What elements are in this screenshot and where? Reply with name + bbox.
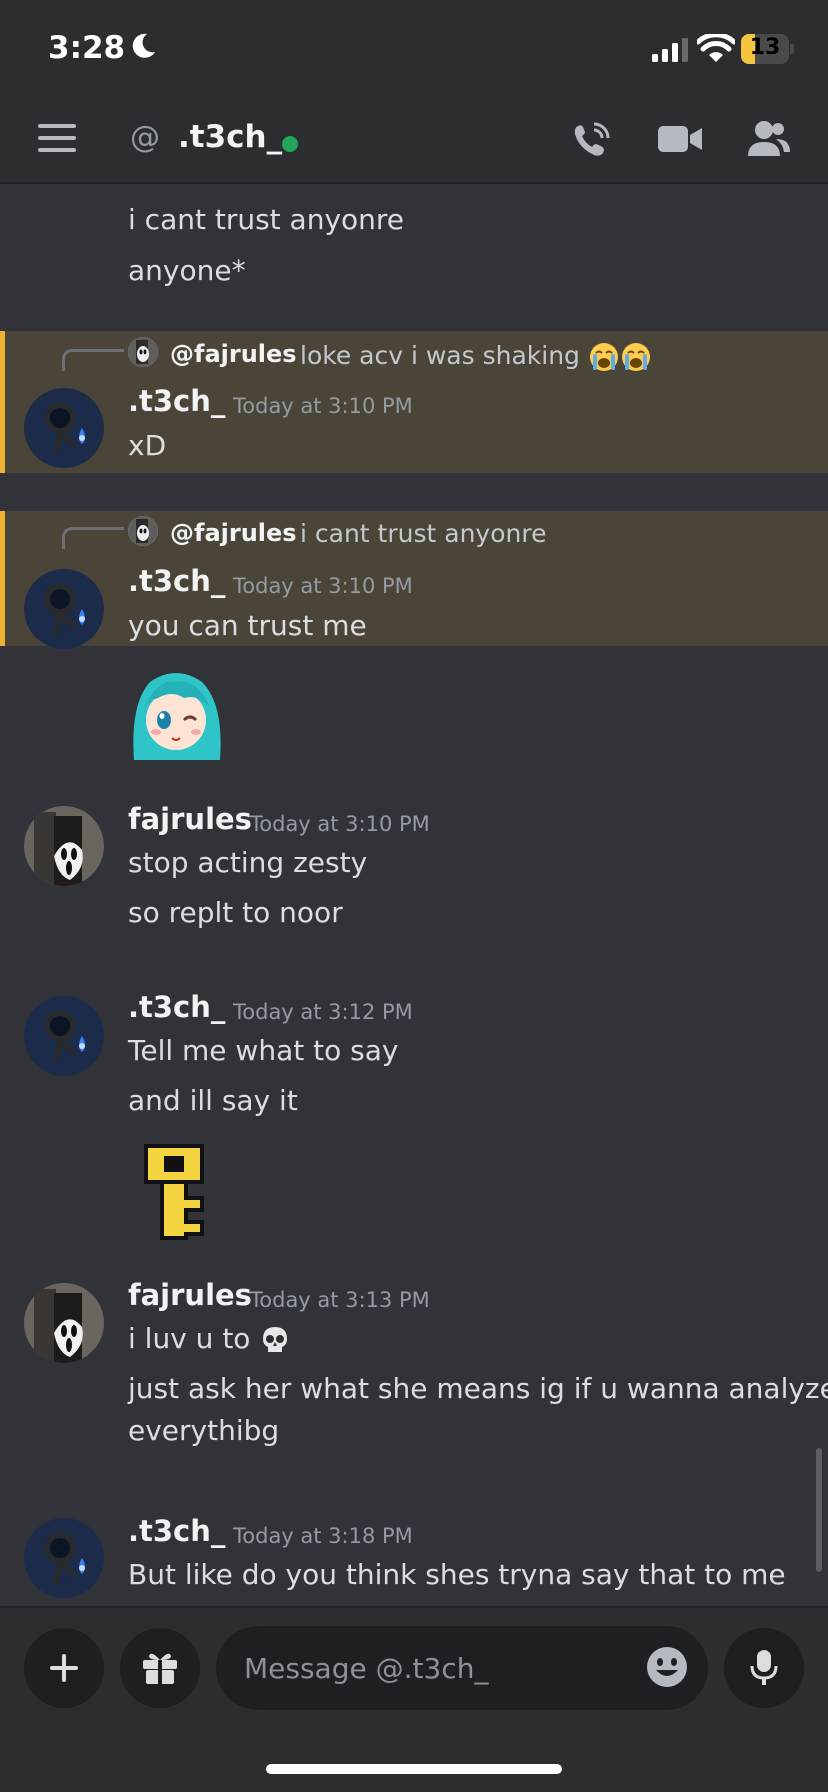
message-timestamp: Today at 3:10 PM (250, 812, 430, 836)
gift-button[interactable] (120, 1628, 200, 1708)
pixel-key-sticker[interactable] (136, 1144, 212, 1240)
message-line: so replt to noor (128, 896, 343, 929)
message-input[interactable] (244, 1646, 624, 1690)
status-bar: 3:28 13 (0, 0, 828, 100)
avatar-fajrules[interactable] (24, 806, 104, 886)
message-line: everythibg (128, 1414, 280, 1447)
avatar-fajrules[interactable] (24, 1283, 104, 1363)
message-timestamp: Today at 3:18 PM (233, 1524, 413, 1548)
chat-header: @ .t3ch_ (0, 100, 828, 184)
message-timestamp: Today at 3:13 PM (250, 1288, 430, 1312)
avatar-t3ch[interactable] (24, 996, 104, 1076)
message-line: Tell me what to say (128, 1034, 399, 1067)
dm-channel-name[interactable]: .t3ch_ (178, 119, 282, 155)
scrollbar[interactable] (816, 1448, 822, 1572)
reply-connector (62, 349, 124, 371)
microphone-icon (750, 1650, 778, 1685)
gift-icon (143, 1653, 177, 1684)
message-line: stop acting zesty (128, 846, 368, 879)
reply-avatar (128, 337, 158, 367)
add-attachment-button[interactable] (24, 1628, 104, 1708)
reply-preview[interactable]: loke acv i was shaking (300, 341, 652, 373)
reply-author[interactable]: @fajrules (170, 519, 297, 547)
message-line: anyone* (128, 254, 246, 287)
cellular-signal-icon (652, 38, 688, 62)
battery-indicator: 13 (741, 34, 794, 64)
avatar-t3ch[interactable] (24, 569, 104, 649)
reply-author[interactable]: @fajrules (170, 340, 297, 368)
status-time: 3:28 (48, 30, 126, 66)
phone-call-icon[interactable] (570, 120, 612, 160)
message-line: i cant trust anyonre (128, 203, 405, 236)
skull-icon (263, 1327, 288, 1352)
message-line: just ask her what she means ig if u wann… (128, 1372, 828, 1405)
message-text: i luv u to (128, 1322, 251, 1355)
home-indicator[interactable] (266, 1764, 562, 1774)
message-line: you can trust me (128, 609, 367, 642)
message-timestamp: Today at 3:12 PM (233, 1000, 413, 1024)
anime-girl-sticker[interactable] (128, 664, 224, 760)
emoji-picker-icon[interactable] (644, 1644, 690, 1690)
moon-icon (132, 33, 155, 58)
loudly-crying-face-icon (621, 343, 650, 371)
message-line: But like do you think shes tryna say tha… (128, 1558, 786, 1591)
composer-bar (0, 1606, 828, 1792)
message-author[interactable]: fajrules (128, 802, 252, 836)
reply-avatar (128, 516, 158, 546)
plus-icon (50, 1654, 78, 1682)
message-list[interactable]: i cant trust anyonre anyone* @fajrules l… (0, 186, 828, 1606)
voice-message-button[interactable] (724, 1628, 804, 1708)
message-author[interactable]: .t3ch_ (128, 564, 225, 598)
message-author[interactable]: fajrules (128, 1278, 252, 1312)
message-author[interactable]: .t3ch_ (128, 990, 225, 1024)
message-line: i luv u to (128, 1322, 291, 1356)
reply-preview-text: loke acv i was shaking (300, 341, 580, 370)
avatar-t3ch[interactable] (24, 1518, 104, 1598)
video-camera-icon[interactable] (658, 124, 702, 154)
members-icon[interactable] (746, 120, 790, 158)
message-author[interactable]: .t3ch_ (128, 1514, 225, 1548)
message-author[interactable]: .t3ch_ (128, 384, 225, 418)
avatar-t3ch[interactable] (24, 388, 104, 468)
reply-connector (62, 527, 124, 549)
online-status-dot (282, 136, 298, 152)
reply-preview[interactable]: i cant trust anyonre (300, 519, 546, 548)
hamburger-menu-icon[interactable] (38, 124, 76, 152)
loudly-crying-face-icon (589, 343, 618, 371)
message-line: xD (128, 429, 167, 462)
at-icon: @ (130, 120, 160, 155)
message-input-container[interactable] (216, 1626, 708, 1710)
message-timestamp: Today at 3:10 PM (233, 574, 413, 598)
wifi-icon (697, 34, 735, 62)
battery-percent: 13 (749, 35, 781, 60)
message-timestamp: Today at 3:10 PM (233, 394, 413, 418)
message-line: and ill say it (128, 1084, 298, 1117)
